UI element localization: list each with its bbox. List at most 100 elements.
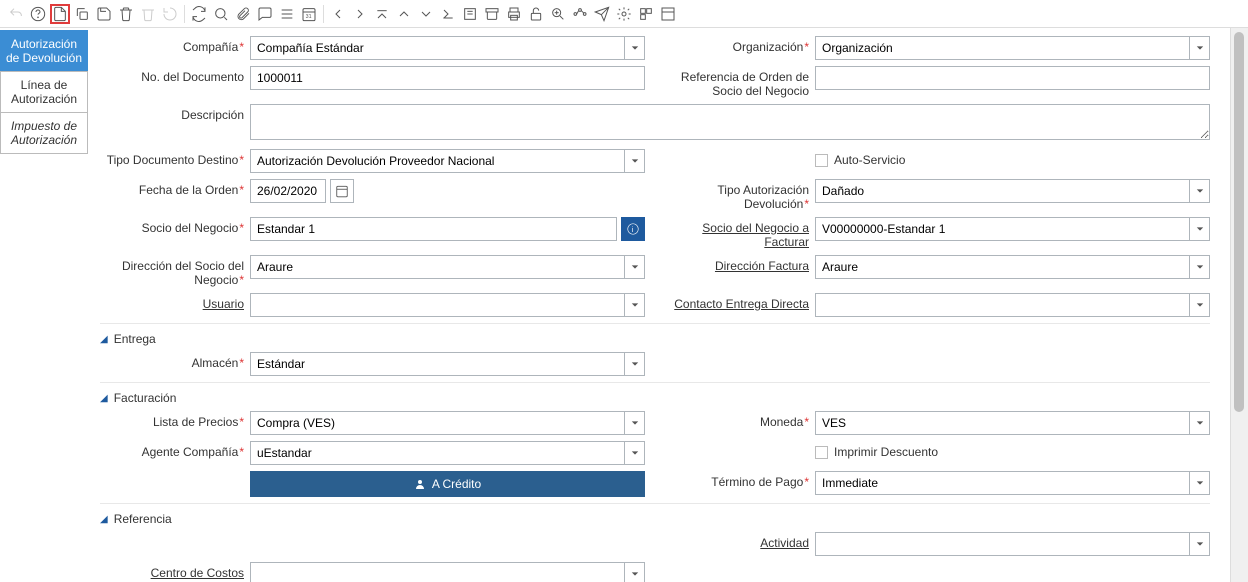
direccion-socio-dropdown[interactable] xyxy=(625,255,645,279)
organizacion-dropdown[interactable] xyxy=(1190,36,1210,60)
actividad-field[interactable] xyxy=(815,532,1190,556)
send-icon[interactable] xyxy=(592,4,612,24)
auto-servicio-checkbox[interactable] xyxy=(815,154,828,167)
workflow-icon[interactable] xyxy=(570,4,590,24)
moneda-field[interactable] xyxy=(815,411,1190,435)
tab-linea-autorizacion[interactable]: Línea de Autorización xyxy=(0,71,88,113)
lista-precios-dropdown[interactable] xyxy=(625,411,645,435)
label-auto-servicio: Auto-Servicio xyxy=(834,153,905,167)
socio-facturar-dropdown[interactable] xyxy=(1190,217,1210,241)
contacto-directa-field[interactable] xyxy=(815,293,1190,317)
tab-autorizacion-devolucion[interactable]: Autorización de Devolución xyxy=(0,30,88,72)
imprimir-descuento-checkbox[interactable] xyxy=(815,446,828,459)
a-credito-button[interactable]: A Crédito xyxy=(250,471,645,497)
label-lista-precios: Lista de Precios xyxy=(153,415,238,429)
descripcion-field[interactable] xyxy=(250,104,1210,140)
direccion-factura-field[interactable] xyxy=(815,255,1190,279)
toolbar-separator xyxy=(323,5,324,23)
archive-icon[interactable] xyxy=(482,4,502,24)
section-entrega[interactable]: ◢ Entrega xyxy=(100,323,1210,352)
report-icon[interactable] xyxy=(460,4,480,24)
label-agente-compania: Agente Compañía xyxy=(142,445,239,459)
collapse-icon: ◢ xyxy=(100,514,108,525)
tipo-doc-destino-dropdown[interactable] xyxy=(625,149,645,173)
lista-precios-field[interactable] xyxy=(250,411,625,435)
tipo-autorizacion-dropdown[interactable] xyxy=(1190,179,1210,203)
calendar-icon[interactable]: 31 xyxy=(299,4,319,24)
label-actividad: Actividad xyxy=(665,532,815,550)
form-content: Compañía* Organización* No. del Document… xyxy=(88,28,1230,582)
label-referencia-orden: Referencia de Orden de Socio del Negocio xyxy=(665,66,815,98)
refresh-icon[interactable] xyxy=(189,4,209,24)
fecha-orden-picker[interactable] xyxy=(330,179,354,203)
trash-alt-icon[interactable] xyxy=(138,4,158,24)
compania-field[interactable] xyxy=(250,36,625,60)
agente-compania-field[interactable] xyxy=(250,441,625,465)
save-icon[interactable] xyxy=(94,4,114,24)
usuario-dropdown[interactable] xyxy=(625,293,645,317)
label-moneda: Moneda xyxy=(760,415,803,429)
tipo-doc-destino-field[interactable] xyxy=(250,149,625,173)
panel-icon[interactable] xyxy=(658,4,678,24)
contacto-directa-dropdown[interactable] xyxy=(1190,293,1210,317)
termino-pago-dropdown[interactable] xyxy=(1190,471,1210,495)
centro-costos-field[interactable] xyxy=(250,562,625,582)
label-almacen: Almacén xyxy=(192,356,239,370)
section-referencia[interactable]: ◢ Referencia xyxy=(100,503,1210,532)
next-icon[interactable] xyxy=(350,4,370,24)
undo2-icon[interactable] xyxy=(160,4,180,24)
chat-icon[interactable] xyxy=(255,4,275,24)
new-document-icon[interactable] xyxy=(50,4,70,24)
label-socio-facturar: Socio del Negocio a Facturar xyxy=(665,217,815,249)
actividad-dropdown[interactable] xyxy=(1190,532,1210,556)
search-icon[interactable] xyxy=(211,4,231,24)
socio-negocio-field[interactable] xyxy=(250,217,617,241)
tab-impuesto-autorizacion[interactable]: Impuesto de Autorización xyxy=(0,112,88,154)
trash-icon[interactable] xyxy=(116,4,136,24)
direccion-socio-field[interactable] xyxy=(250,255,625,279)
fecha-orden-field[interactable] xyxy=(250,179,326,203)
up-icon[interactable] xyxy=(394,4,414,24)
usuario-field[interactable] xyxy=(250,293,625,317)
socio-negocio-info-button[interactable]: i xyxy=(621,217,645,241)
almacen-field[interactable] xyxy=(250,352,625,376)
organizacion-field[interactable] xyxy=(815,36,1190,60)
label-descripcion: Descripción xyxy=(100,104,250,122)
socio-facturar-field[interactable] xyxy=(815,217,1190,241)
last-icon[interactable] xyxy=(438,4,458,24)
almacen-dropdown[interactable] xyxy=(625,352,645,376)
tipo-autorizacion-field[interactable] xyxy=(815,179,1190,203)
label-organizacion: Organización xyxy=(733,40,804,54)
referencia-orden-field[interactable] xyxy=(815,66,1210,90)
toolbar: 31 xyxy=(0,0,1248,28)
print-icon[interactable] xyxy=(504,4,524,24)
down-icon[interactable] xyxy=(416,4,436,24)
help-icon[interactable] xyxy=(28,4,48,24)
section-facturacion[interactable]: ◢ Facturación xyxy=(100,382,1210,411)
label-socio-negocio: Socio del Negocio xyxy=(142,221,239,235)
attach-icon[interactable] xyxy=(233,4,253,24)
scrollbar[interactable] xyxy=(1230,28,1248,582)
agente-compania-dropdown[interactable] xyxy=(625,441,645,465)
centro-costos-dropdown[interactable] xyxy=(625,562,645,582)
tool-icon[interactable] xyxy=(636,4,656,24)
copy-icon[interactable] xyxy=(72,4,92,24)
lock-icon[interactable] xyxy=(526,4,546,24)
svg-text:i: i xyxy=(632,227,634,234)
no-documento-field[interactable] xyxy=(250,66,645,90)
compania-dropdown[interactable] xyxy=(625,36,645,60)
direccion-factura-dropdown[interactable] xyxy=(1190,255,1210,279)
termino-pago-field[interactable] xyxy=(815,471,1190,495)
first-icon[interactable] xyxy=(372,4,392,24)
label-usuario: Usuario xyxy=(100,293,250,311)
scrollbar-thumb[interactable] xyxy=(1234,32,1244,412)
grid-icon[interactable] xyxy=(277,4,297,24)
moneda-dropdown[interactable] xyxy=(1190,411,1210,435)
prev-icon[interactable] xyxy=(328,4,348,24)
zoom-icon[interactable] xyxy=(548,4,568,24)
undo-icon[interactable] xyxy=(6,4,26,24)
label-direccion-socio: Dirección del Socio del Negocio xyxy=(122,259,244,287)
gear-icon[interactable] xyxy=(614,4,634,24)
collapse-icon: ◢ xyxy=(100,334,108,345)
label-imprimir-descuento: Imprimir Descuento xyxy=(834,445,938,459)
